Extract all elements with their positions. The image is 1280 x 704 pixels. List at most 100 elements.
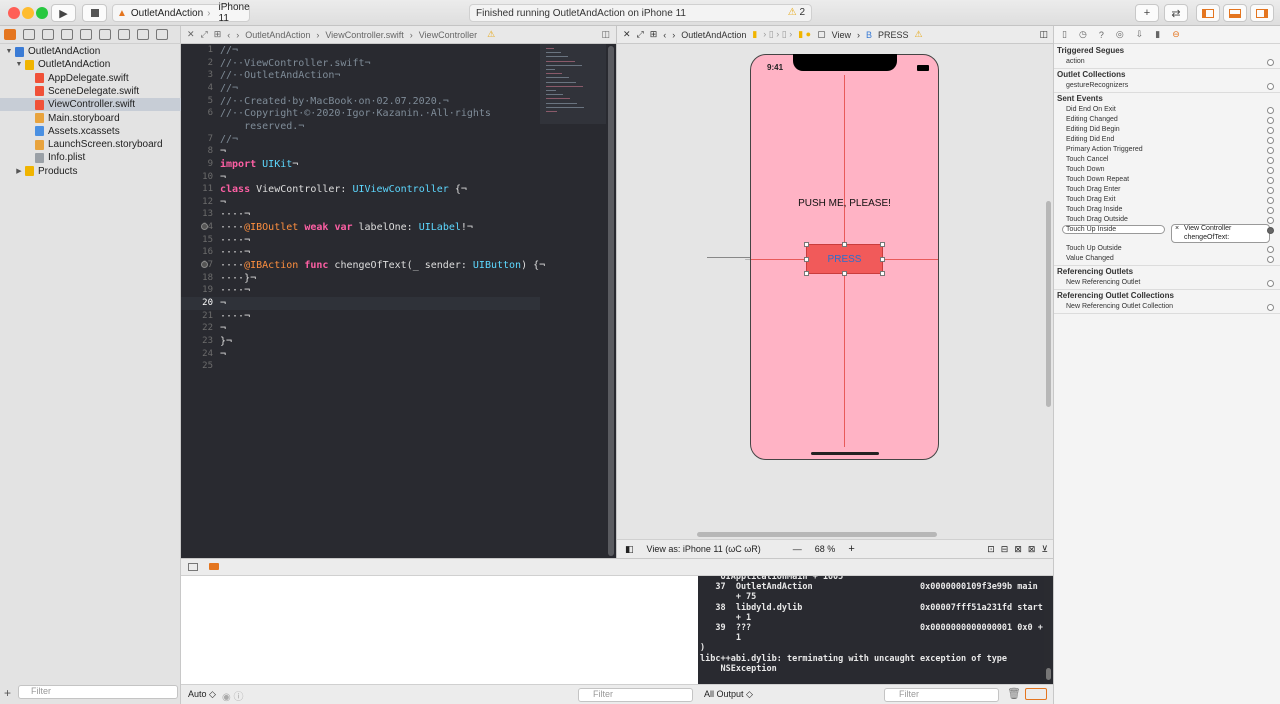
- connection-circle-icon[interactable]: [1267, 127, 1274, 134]
- iphone-scene[interactable]: 9:41 PUSH ME, PLEASE! PRESS: [750, 54, 939, 460]
- tree-item[interactable]: AppDelegate.swift: [0, 72, 181, 85]
- minimize-window-button[interactable]: [22, 7, 34, 19]
- tree-item[interactable]: ▶ Products: [0, 165, 181, 178]
- connection-circle-icon[interactable]: [1267, 197, 1274, 204]
- connection-circle-icon[interactable]: [1267, 157, 1274, 164]
- tree-item[interactable]: Info.plist: [0, 151, 181, 164]
- canvas-expand-icon[interactable]: ⤢: [637, 29, 644, 40]
- tree-item[interactable]: ▼ OutletAndAction: [0, 58, 181, 71]
- zoom-window-button[interactable]: [36, 7, 48, 19]
- connection-target-box[interactable]: × View Controller chengeOfText:: [1171, 224, 1270, 243]
- code-line[interactable]: ····¬: [220, 311, 250, 322]
- resize-handle[interactable]: [804, 242, 809, 247]
- console-output[interactable]: UIApplicationMain + 1605 37 OutletAndAct…: [698, 576, 1044, 684]
- update-frames-icon[interactable]: ⊡: [987, 544, 995, 555]
- canvas-add-editor-icon[interactable]: ◫: [1039, 29, 1048, 40]
- connection-circle-icon[interactable]: [1267, 107, 1274, 114]
- editor-scrollbar[interactable]: [608, 46, 614, 556]
- identity-inspector-icon[interactable]: ◎: [1116, 29, 1124, 40]
- code-line[interactable]: ····¬: [220, 235, 250, 246]
- issue-tab-icon[interactable]: [80, 29, 92, 40]
- eye-icon[interactable]: ◉ ⓘ: [222, 688, 244, 703]
- connection-circle-icon[interactable]: [1267, 304, 1274, 311]
- expand-icon[interactable]: ⤢: [201, 29, 208, 40]
- tree-item[interactable]: ViewController.swift: [0, 98, 181, 112]
- canvas-back-icon[interactable]: ‹: [663, 30, 666, 40]
- variables-filter-input[interactable]: Filter: [578, 688, 693, 702]
- code-line[interactable]: ¬: [220, 298, 226, 309]
- run-button[interactable]: ▶: [51, 4, 76, 22]
- disclosure-icon[interactable]: ▼: [14, 61, 24, 68]
- connection-circle-icon[interactable]: [1267, 256, 1274, 263]
- minimap[interactable]: [540, 44, 606, 124]
- resolve-issues-icon[interactable]: ⊠: [1028, 544, 1036, 555]
- attributes-inspector-icon[interactable]: ⇩: [1136, 29, 1144, 40]
- canvas-forward-icon[interactable]: ›: [672, 30, 675, 40]
- toggle-inspector-button[interactable]: [1250, 4, 1274, 22]
- folder-tab-icon[interactable]: [4, 29, 16, 40]
- toggle-navigator-button[interactable]: [1196, 4, 1220, 22]
- disclosure-icon[interactable]: ▼: [4, 48, 14, 55]
- console-output-select[interactable]: All Output ◇: [704, 689, 753, 700]
- connection-circle-icon[interactable]: [1267, 187, 1274, 194]
- code-line[interactable]: ····¬: [220, 247, 250, 258]
- document-outline-icon[interactable]: ◧: [625, 544, 634, 555]
- resize-handle[interactable]: [880, 242, 885, 247]
- resize-handle[interactable]: [804, 257, 809, 262]
- canvas-related-icon[interactable]: ⊞: [650, 29, 658, 40]
- split-console-icon[interactable]: [1025, 688, 1047, 700]
- connections-inspector-icon[interactable]: ⊖: [1172, 29, 1180, 40]
- forward-icon[interactable]: ›: [236, 30, 239, 40]
- code-line[interactable]: ¬: [220, 172, 226, 183]
- navigator-filter-input[interactable]: Filter: [18, 685, 178, 699]
- press-button[interactable]: PRESS: [806, 244, 883, 274]
- canvas-breadcrumb-2[interactable]: PRESS: [878, 30, 909, 40]
- console-filter-input[interactable]: Filter: [884, 688, 999, 702]
- connection-circle-icon[interactable]: [1267, 83, 1274, 90]
- file-inspector-icon[interactable]: ▯: [1062, 29, 1067, 40]
- canvas-horizontal-scrollbar[interactable]: [697, 532, 937, 537]
- connection-dot-icon[interactable]: [201, 261, 208, 269]
- help-inspector-icon[interactable]: ?: [1099, 30, 1104, 40]
- code-line[interactable]: //··ViewController.swift¬: [220, 58, 371, 69]
- code-line[interactable]: class ViewController: UIViewController {…: [220, 184, 467, 195]
- resize-handle[interactable]: [842, 242, 847, 247]
- report-tab-icon[interactable]: [156, 29, 168, 40]
- tree-item[interactable]: Main.storyboard: [0, 112, 181, 125]
- library-button[interactable]: +: [1135, 4, 1159, 22]
- toggle-debug-area-button[interactable]: [1223, 4, 1247, 22]
- code-line[interactable]: ····@IBOutlet weak var labelOne: UILabel…: [220, 222, 473, 233]
- connection-circle-icon[interactable]: [1267, 147, 1274, 154]
- code-line[interactable]: //¬: [220, 134, 238, 145]
- code-review-button[interactable]: ⇄: [1164, 4, 1188, 22]
- related-items-icon[interactable]: ⊞: [214, 29, 222, 40]
- code-line[interactable]: ····¬: [220, 285, 250, 296]
- scheme-selector[interactable]: ▲ OutletAndAction › iPhone 11: [112, 2, 250, 24]
- code-line[interactable]: //¬: [220, 45, 238, 56]
- add-editor-icon[interactable]: ◫: [601, 29, 610, 40]
- size-inspector-icon[interactable]: ▮: [1155, 29, 1160, 40]
- variables-view[interactable]: [181, 576, 698, 684]
- console-scrollbar[interactable]: [1044, 576, 1053, 684]
- close-editor-icon[interactable]: ✕: [187, 29, 195, 40]
- connection-circle-icon[interactable]: [1267, 246, 1274, 253]
- code-line[interactable]: //··Copyright·©·2020·Igor·Kazanin.·All·r…: [220, 108, 491, 119]
- canvas-breadcrumb-1[interactable]: View: [832, 30, 851, 40]
- resize-handle[interactable]: [880, 271, 885, 276]
- zoom-level[interactable]: 68 %: [815, 544, 836, 554]
- stop-button[interactable]: [82, 4, 107, 22]
- editor-breadcrumb-1[interactable]: ViewController.swift: [325, 30, 403, 40]
- canvas-warning-icon[interactable]: ⚠: [915, 29, 923, 40]
- canvas-breadcrumb-0[interactable]: OutletAndAction: [681, 30, 746, 40]
- code-line[interactable]: ····¬: [220, 209, 250, 220]
- code-line[interactable]: ¬: [220, 146, 226, 157]
- back-icon[interactable]: ‹: [227, 30, 230, 40]
- disclosure-icon[interactable]: ▶: [14, 167, 24, 175]
- editor-breadcrumb-2[interactable]: ViewController: [419, 30, 477, 40]
- storyboard-canvas[interactable]: ✕ ⤢ ⊞ ‹ › OutletAndAction ▮ › ▯ › ▯ › ▮ …: [616, 26, 1054, 558]
- symbol-tab-icon[interactable]: [42, 29, 54, 40]
- console-scroll-thumb[interactable]: [1046, 668, 1051, 680]
- breakpoint-toggle-icon[interactable]: [209, 563, 219, 570]
- code-line[interactable]: ¬: [220, 349, 226, 360]
- trash-icon[interactable]: 🗑: [1007, 687, 1021, 700]
